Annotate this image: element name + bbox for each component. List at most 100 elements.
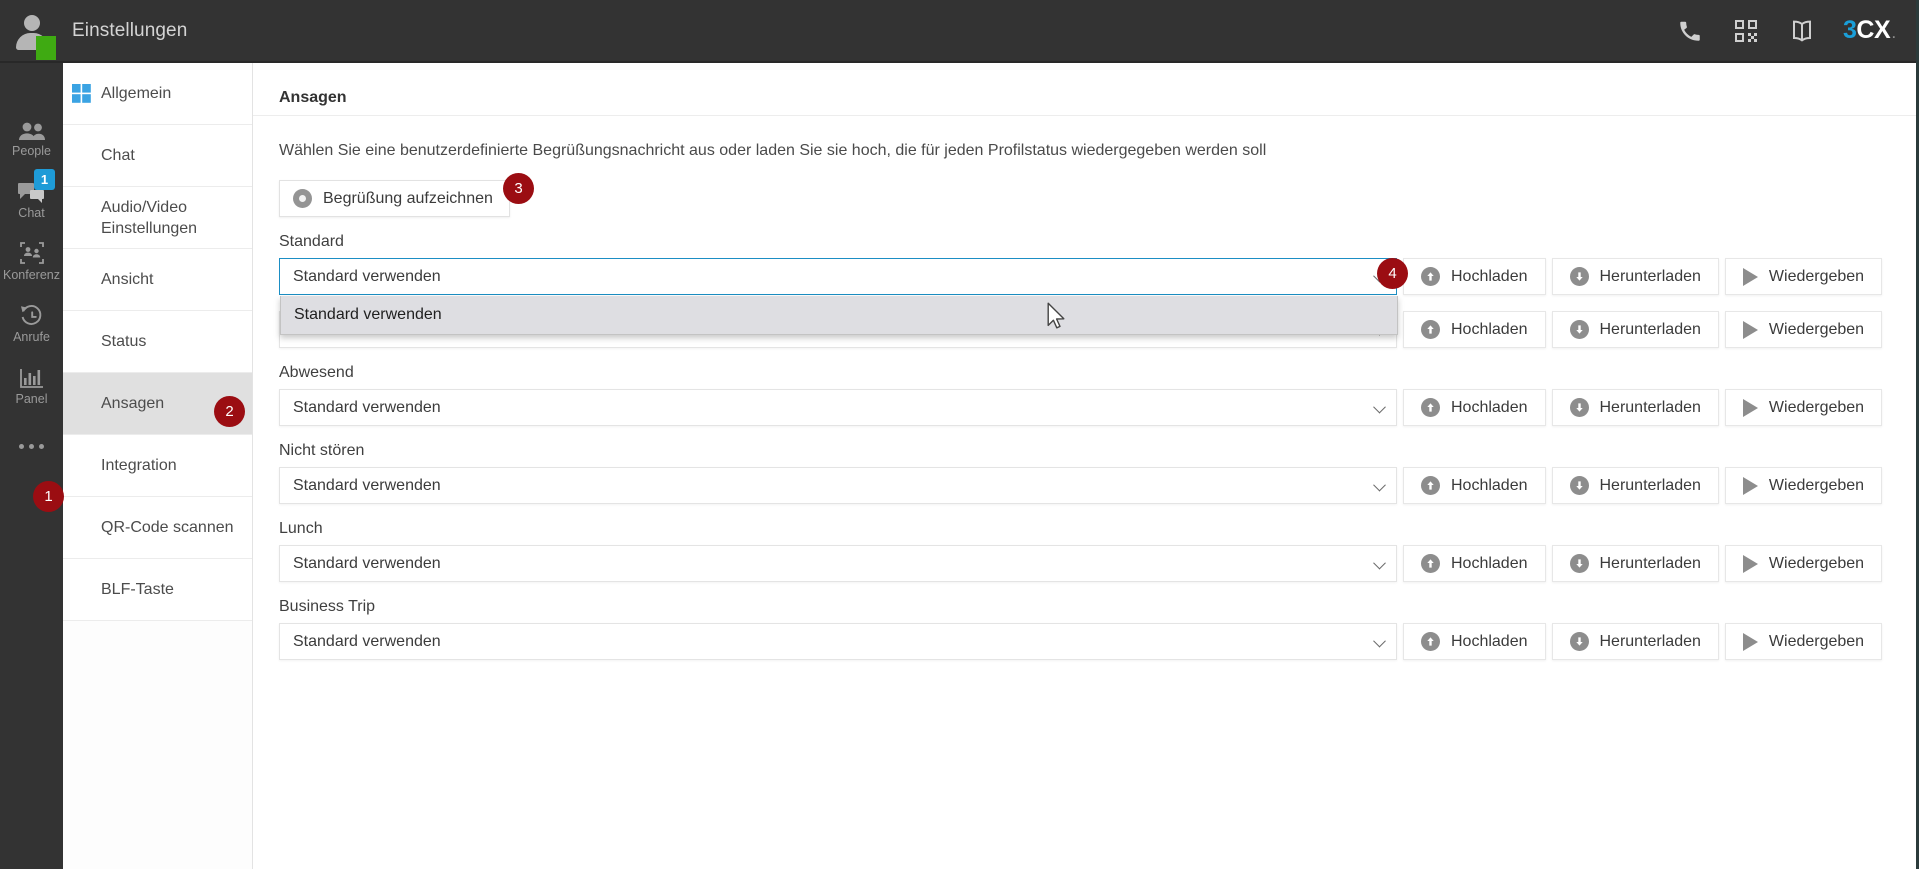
- sidebar-item-audio-video[interactable]: Audio/Video Einstellungen: [63, 187, 252, 249]
- record-greeting-button[interactable]: Begrüßung aufzeichnen: [279, 180, 510, 217]
- play-button[interactable]: Wiedergeben: [1724, 311, 1883, 348]
- record-greeting-label: Begrüßung aufzeichnen: [323, 189, 493, 207]
- step-badge-1: 1: [33, 481, 64, 512]
- play-icon: [1742, 267, 1758, 286]
- download-icon: [1569, 476, 1589, 495]
- logo-part-cx: CX: [1856, 16, 1891, 44]
- upload-button[interactable]: Hochladen: [1403, 258, 1546, 295]
- row-abwesend: Abwesend Standard verwenden Hochladen He…: [279, 364, 1916, 426]
- page-description: Wählen Sie eine benutzerdefinierte Begrü…: [279, 142, 1267, 159]
- download-button[interactable]: Herunterladen: [1551, 389, 1719, 426]
- row-nicht-stoeren: Nicht stören Standard verwenden Hochlade…: [279, 442, 1916, 504]
- sidebar-label-ansicht: Ansicht: [101, 271, 154, 288]
- sidebar-label-chat: Chat: [101, 147, 135, 164]
- sidebar-item-allgemein[interactable]: Allgemein: [63, 63, 252, 125]
- chevron-down-icon: [1373, 634, 1386, 647]
- play-label: Wiedergeben: [1768, 267, 1865, 285]
- sidebar-item-status[interactable]: Status: [63, 311, 252, 373]
- sidebar-label-audio-video: Audio/Video Einstellungen: [101, 198, 198, 237]
- select-abwesend[interactable]: Standard verwenden: [279, 389, 1397, 426]
- play-icon: [1742, 398, 1758, 417]
- rail-item-people[interactable]: People: [0, 105, 63, 167]
- sidebar-label-allgemein: Allgemein: [101, 85, 172, 102]
- row-label-abwesend: Abwesend: [279, 364, 354, 381]
- chat-unread-badge: 1: [34, 169, 55, 190]
- select-lunch[interactable]: Standard verwenden: [279, 545, 1397, 582]
- actions-business-trip: Hochladen Herunterladen Wiedergeben: [1403, 623, 1888, 660]
- rail-item-more[interactable]: [0, 415, 63, 477]
- page-header-wrap: Ansagen: [253, 63, 1916, 116]
- upload-icon: [1421, 632, 1440, 651]
- upload-icon: [1421, 320, 1440, 339]
- play-icon: [1742, 320, 1758, 339]
- play-button[interactable]: Wiedergeben: [1724, 623, 1883, 660]
- play-label: Wiedergeben: [1768, 398, 1865, 416]
- play-button[interactable]: Wiedergeben: [1724, 467, 1883, 504]
- play-icon: [1742, 632, 1758, 651]
- download-button[interactable]: Herunterladen: [1551, 545, 1719, 582]
- row-label-nicht-stoeren: Nicht stören: [279, 442, 365, 459]
- dropdown-option[interactable]: Standard verwenden: [281, 296, 1397, 334]
- qr-code-icon[interactable]: [1731, 16, 1761, 46]
- step-badge-4: 4: [1377, 258, 1408, 289]
- play-button[interactable]: Wiedergeben: [1724, 389, 1883, 426]
- download-icon: [1569, 267, 1589, 286]
- page-title: Ansagen: [253, 80, 1916, 116]
- book-icon[interactable]: [1787, 16, 1817, 46]
- phone-icon[interactable]: [1675, 16, 1705, 46]
- sidebar-item-chat[interactable]: Chat: [63, 125, 252, 187]
- rail-item-calls[interactable]: Anrufe: [0, 291, 63, 353]
- download-button[interactable]: Herunterladen: [1551, 467, 1719, 504]
- rail-item-chat[interactable]: 1 Chat: [0, 167, 63, 229]
- sidebar-item-integration[interactable]: Integration: [63, 435, 252, 497]
- download-icon: [1569, 398, 1589, 417]
- upload-icon: [1421, 476, 1440, 495]
- download-icon: [1569, 320, 1589, 339]
- actions-nicht-stoeren: Hochladen Herunterladen Wiedergeben: [1403, 467, 1888, 504]
- upload-icon: [1421, 398, 1440, 417]
- top-bar: Einstellungen 3 CX .: [0, 0, 1916, 63]
- upload-button[interactable]: Hochladen: [1403, 389, 1546, 426]
- chevron-down-icon: [1373, 556, 1386, 569]
- row-label-business-trip: Business Trip: [279, 598, 376, 615]
- sidebar-item-blf-taste[interactable]: BLF-Taste: [63, 559, 252, 621]
- select-business-trip-value: Standard verwenden: [293, 632, 441, 650]
- play-button[interactable]: Wiedergeben: [1724, 545, 1883, 582]
- download-button[interactable]: Herunterladen: [1551, 258, 1719, 295]
- download-button[interactable]: Herunterladen: [1551, 623, 1719, 660]
- sidebar-label-status: Status: [101, 333, 147, 350]
- download-button[interactable]: Herunterladen: [1551, 311, 1719, 348]
- row-line-nicht-stoeren: Standard verwenden Hochladen Herunterlad…: [279, 467, 1916, 504]
- sidebar-label-blf-taste: BLF-Taste: [101, 581, 174, 598]
- step-badge-2: 2: [214, 396, 245, 427]
- rail-item-panel[interactable]: Panel: [0, 353, 63, 415]
- sidebar-item-ansicht[interactable]: Ansicht: [63, 249, 252, 311]
- upload-label: Hochladen: [1451, 554, 1528, 572]
- sidebar-item-qr-code[interactable]: QR-Code scannen: [63, 497, 252, 559]
- play-label: Wiedergeben: [1768, 320, 1865, 338]
- upload-button[interactable]: Hochladen: [1403, 623, 1546, 660]
- avatar[interactable]: [0, 0, 63, 61]
- step-badge-3: 3: [503, 173, 534, 204]
- select-nicht-stoeren[interactable]: Standard verwenden: [279, 467, 1397, 504]
- upload-label: Hochladen: [1451, 267, 1528, 285]
- upload-label: Hochladen: [1451, 398, 1528, 416]
- rail-label-chat: Chat: [18, 205, 45, 220]
- select-standard-dropdown: Standard verwenden: [280, 296, 1398, 335]
- panel-chart-icon: [19, 363, 45, 389]
- select-lunch-value: Standard verwenden: [293, 554, 441, 572]
- upload-button[interactable]: Hochladen: [1403, 545, 1546, 582]
- upload-button[interactable]: Hochladen: [1403, 311, 1546, 348]
- play-label: Wiedergeben: [1768, 632, 1865, 650]
- app-window: Einstellungen 3 CX . People 1 Chat Konfe…: [0, 0, 1919, 869]
- row-business-trip: Business Trip Standard verwenden Hochlad…: [279, 598, 1916, 660]
- rail-item-conference[interactable]: Konferenz: [0, 229, 63, 291]
- upload-button[interactable]: Hochladen: [1403, 467, 1546, 504]
- upload-label: Hochladen: [1451, 320, 1528, 338]
- people-icon: [18, 115, 46, 141]
- sidebar-label-integration: Integration: [101, 457, 177, 474]
- play-button[interactable]: Wiedergeben: [1724, 258, 1883, 295]
- select-standard[interactable]: Standard verwenden Standard verwenden: [279, 258, 1398, 335]
- select-business-trip[interactable]: Standard verwenden: [279, 623, 1397, 660]
- play-label: Wiedergeben: [1768, 554, 1865, 572]
